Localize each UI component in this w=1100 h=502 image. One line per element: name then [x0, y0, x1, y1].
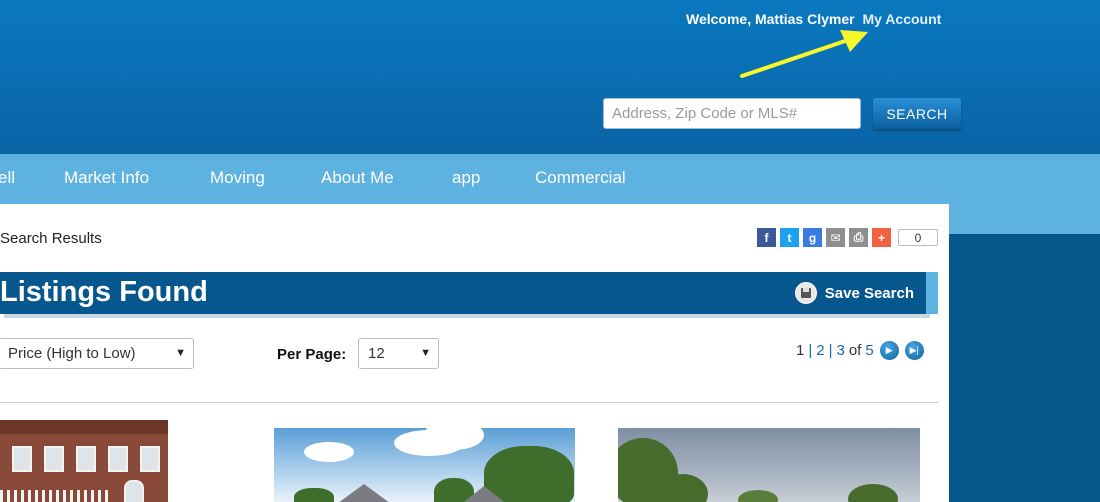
- divider: [0, 402, 938, 403]
- listings-banner: Listings Found Save Search: [0, 272, 926, 314]
- chevron-down-icon: ▼: [175, 347, 186, 359]
- nav-item-app[interactable]: app: [452, 168, 480, 188]
- breadcrumb[interactable]: Search Results: [0, 230, 102, 247]
- last-page-icon[interactable]: ▶|: [904, 341, 924, 360]
- nav-item-sell[interactable]: ell: [0, 168, 15, 188]
- share-bar: f t g ✉ ⎙ + 0: [757, 228, 938, 247]
- welcome-text: Welcome, Mattias Clymer: [686, 11, 855, 27]
- per-page-label: Per Page:: [277, 346, 347, 363]
- page-separator: |: [828, 342, 833, 359]
- save-search-button[interactable]: Save Search: [794, 282, 914, 304]
- email-icon[interactable]: ✉: [826, 228, 845, 247]
- save-search-label: Save Search: [824, 284, 914, 302]
- page-link-2[interactable]: 2: [816, 342, 824, 359]
- nav-item-moving[interactable]: Moving: [210, 168, 265, 188]
- print-icon[interactable]: ⎙: [849, 228, 868, 247]
- listing-photo[interactable]: [274, 428, 575, 502]
- add-share-icon[interactable]: +: [872, 228, 891, 247]
- sort-value: Price (High to Low): [8, 345, 136, 362]
- nav-extension: [949, 204, 1100, 234]
- page-of-text: of: [848, 342, 862, 359]
- twitter-icon[interactable]: t: [780, 228, 799, 247]
- sort-select[interactable]: Price (High to Low) ▼: [0, 338, 194, 369]
- share-count: 0: [898, 229, 938, 246]
- banner-accent: [926, 272, 938, 314]
- chevron-down-icon: ▼: [420, 347, 431, 359]
- search-input[interactable]: [603, 98, 861, 129]
- annotation-arrow-icon: [740, 30, 868, 78]
- page-total[interactable]: 5: [865, 342, 873, 359]
- per-page-select[interactable]: 12 ▼: [358, 338, 439, 369]
- save-icon: [794, 282, 817, 304]
- per-page-value: 12: [368, 345, 385, 362]
- page-separator: |: [808, 342, 813, 359]
- my-account-link[interactable]: My Account: [862, 11, 941, 27]
- main-nav: ell Market Info Moving About Me app Comm…: [0, 154, 1100, 204]
- search-button[interactable]: SEARCH: [873, 98, 961, 129]
- results-panel: Search Results f t g ✉ ⎙ + 0 Listings Fo…: [0, 204, 949, 502]
- page-current: 1: [796, 342, 805, 359]
- page-link-3[interactable]: 3: [837, 342, 845, 359]
- listing-photo[interactable]: [618, 428, 920, 502]
- next-page-icon[interactable]: ▶: [879, 341, 899, 360]
- listing-photo[interactable]: [0, 420, 168, 502]
- nav-item-market-info[interactable]: Market Info: [64, 168, 149, 188]
- nav-item-about-me[interactable]: About Me: [321, 168, 394, 188]
- nav-item-commercial[interactable]: Commercial: [535, 168, 626, 188]
- facebook-icon[interactable]: f: [757, 228, 776, 247]
- site-header: Welcome, Mattias Clymer My Account SEARC…: [0, 0, 1100, 154]
- page-title: Listings Found: [0, 276, 208, 308]
- pagination: 1 | 2 | 3 of 5 ▶ ▶|: [796, 341, 924, 360]
- google-plus-icon[interactable]: g: [803, 228, 822, 247]
- welcome-message: Welcome, Mattias Clymer My Account: [686, 11, 941, 27]
